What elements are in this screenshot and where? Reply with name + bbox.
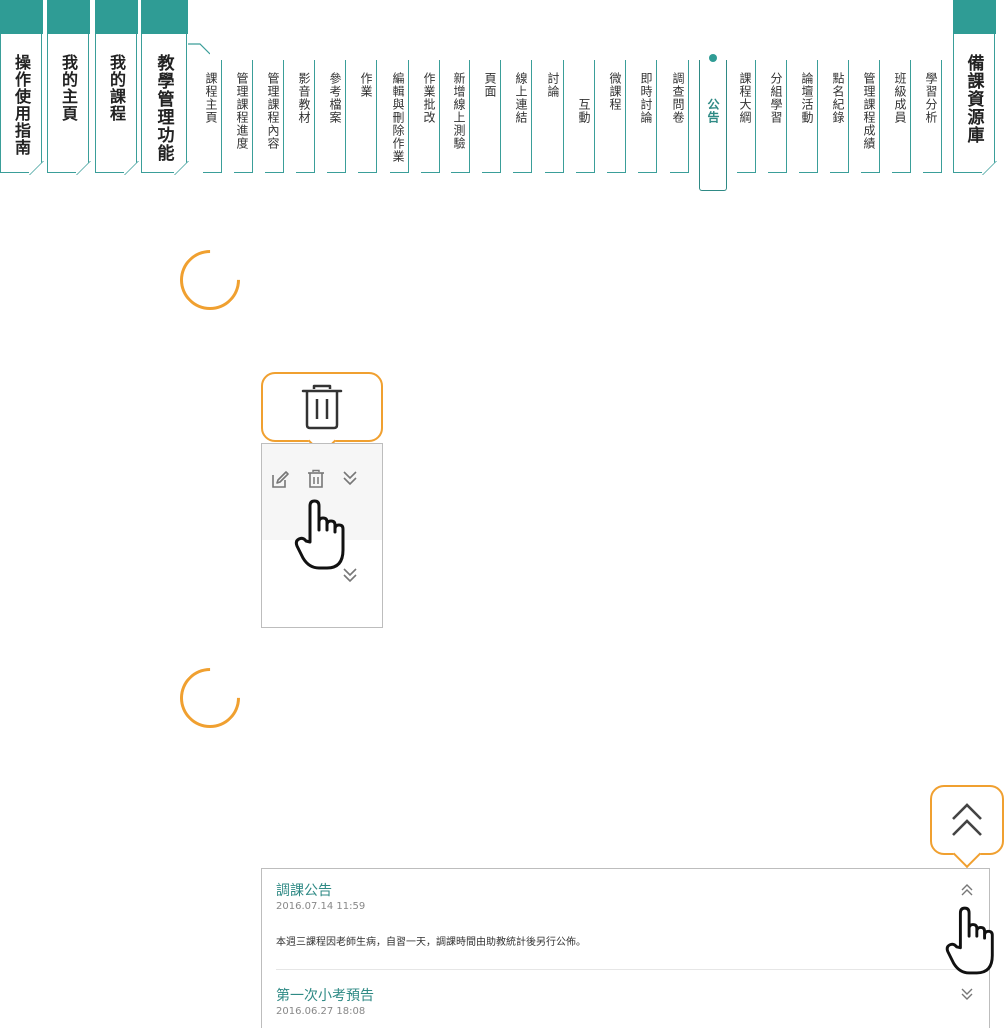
sub-label: 課程大綱 — [738, 72, 752, 124]
announcement-date: 2016.07.14 11:59 — [276, 901, 366, 912]
sub-label: 分組學習 — [769, 72, 783, 124]
tab-label: 我的主頁 — [59, 54, 78, 122]
sidebar-item-new-quiz[interactable]: 新增線上測驗 — [451, 60, 473, 173]
sidebar-item-live-discussion[interactable]: 即時討論 — [638, 60, 660, 173]
announcement-list: 調課公告 2016.07.14 11:59 本週三課程因老師生病，自習一天，調課… — [261, 868, 990, 1028]
sub-label: 班級成員 — [893, 72, 907, 124]
sidebar-item-grading[interactable]: 作業批改 — [421, 60, 443, 173]
sub-label: 即時討論 — [639, 72, 653, 124]
sidebar-item-class-members[interactable]: 班級成員 — [892, 60, 914, 173]
trash-icon[interactable] — [306, 469, 326, 489]
delete-callout — [261, 372, 383, 456]
announcement-body: 本週三課程因老師生病，自習一天，調課時間由助教統計後另行公佈。 — [276, 937, 586, 948]
sidebar-item-online-links[interactable]: 線上連結 — [513, 60, 535, 173]
step-marker-1 — [167, 237, 253, 323]
sidebar-item-announcements[interactable]: 公告 — [699, 54, 727, 191]
sidebar-item-learning-analytics[interactable]: 學習分析 — [923, 60, 945, 173]
sidebar-item-pages[interactable]: 頁面 — [482, 60, 504, 173]
tab-label: 我的課程 — [107, 54, 126, 122]
announcement-title[interactable]: 調課公告 — [276, 880, 332, 900]
sidebar-item-reference-files[interactable]: 參考檔案 — [327, 60, 349, 173]
sub-label: 互動 — [577, 98, 591, 124]
sub-label: 新增線上測驗 — [452, 72, 466, 150]
sidebar-item-grades[interactable]: 管理課程成績 — [861, 60, 883, 173]
double-chevron-down-icon[interactable] — [960, 987, 974, 1001]
top-navigation: 操作使用指南 我的主頁 我的課程 教學管理功能 課程主頁 管理課程進度 管理課程… — [0, 0, 1005, 195]
sub-label: 線上連結 — [514, 72, 528, 124]
sub-label: 討論 — [546, 72, 560, 98]
sub-label: 學習分析 — [924, 72, 938, 124]
sub-label: 課程主頁 — [204, 72, 218, 124]
sub-label: 調查問卷 — [671, 72, 685, 124]
sub-label: 點名紀錄 — [831, 72, 845, 124]
sub-label: 參考檔案 — [328, 72, 342, 124]
tab-label: 備課資源庫 — [963, 54, 984, 144]
sidebar-item-course-progress[interactable]: 管理課程進度 — [234, 60, 256, 173]
tab-user-guide[interactable]: 操作使用指南 — [0, 0, 57, 175]
collapse-callout — [930, 785, 1004, 869]
sub-label: 微課程 — [608, 72, 622, 111]
sub-label: 作業 — [359, 72, 373, 98]
announcement-date: 2016.06.27 18:08 — [276, 1006, 366, 1017]
tab-my-courses[interactable]: 我的課程 — [94, 0, 152, 175]
tab-resource-library[interactable]: 備課資源庫 — [952, 0, 1005, 175]
hand-pointer-icon — [294, 499, 345, 570]
tab-label: 操作使用指南 — [12, 54, 31, 156]
sidebar-item-attendance[interactable]: 點名紀錄 — [830, 60, 852, 173]
double-chevron-up-icon — [952, 803, 982, 836]
double-chevron-down-icon[interactable] — [341, 469, 359, 487]
sub-label: 影音教材 — [297, 72, 311, 124]
sidebar-item-video-materials[interactable]: 影音教材 — [296, 60, 318, 173]
sidebar-item-syllabus[interactable]: 課程大綱 — [737, 60, 759, 173]
sidebar-item-survey[interactable]: 調查問卷 — [670, 60, 692, 173]
sidebar-item-course-content[interactable]: 管理課程內容 — [265, 60, 287, 173]
trash-icon — [301, 384, 343, 430]
sidebar-item-micro-course[interactable]: 微課程 — [607, 60, 629, 173]
sidebar-item-edit-delete-assignments[interactable]: 編輯與刪除作業 — [390, 60, 412, 173]
sidebar-item-group-learning[interactable]: 分組學習 — [768, 60, 790, 173]
edit-icon[interactable] — [270, 470, 290, 490]
step-marker-2 — [167, 655, 253, 741]
submenu-connector — [188, 43, 210, 55]
announcement-title[interactable]: 第一次小考預告 — [276, 985, 374, 1005]
sub-label: 管理課程進度 — [235, 72, 249, 150]
tab-label: 教學管理功能 — [153, 54, 174, 162]
sub-label: 管理課程內容 — [266, 72, 280, 150]
divider — [276, 969, 975, 970]
sidebar-item-assignments[interactable]: 作業 — [358, 60, 380, 173]
tab-teaching-management[interactable]: 教學管理功能 — [140, 0, 202, 175]
sub-label: 公告 — [706, 98, 720, 124]
sub-label: 作業批改 — [422, 72, 436, 124]
sub-label: 編輯與刪除作業 — [391, 72, 405, 163]
sub-label: 論壇活動 — [800, 72, 814, 124]
sub-label: 管理課程成績 — [862, 72, 876, 150]
tab-my-homepage[interactable]: 我的主頁 — [46, 0, 104, 175]
sub-label: 頁面 — [483, 72, 497, 98]
sidebar-item-course-home[interactable]: 課程主頁 — [203, 60, 225, 173]
sidebar-item-forum[interactable]: 論壇活動 — [799, 60, 821, 173]
double-chevron-up-icon[interactable] — [960, 883, 974, 897]
sidebar-item-interaction[interactable]: 互動 — [576, 60, 598, 173]
sidebar-item-discussion[interactable]: 討論 — [545, 60, 567, 173]
hand-pointer-icon — [945, 906, 994, 975]
